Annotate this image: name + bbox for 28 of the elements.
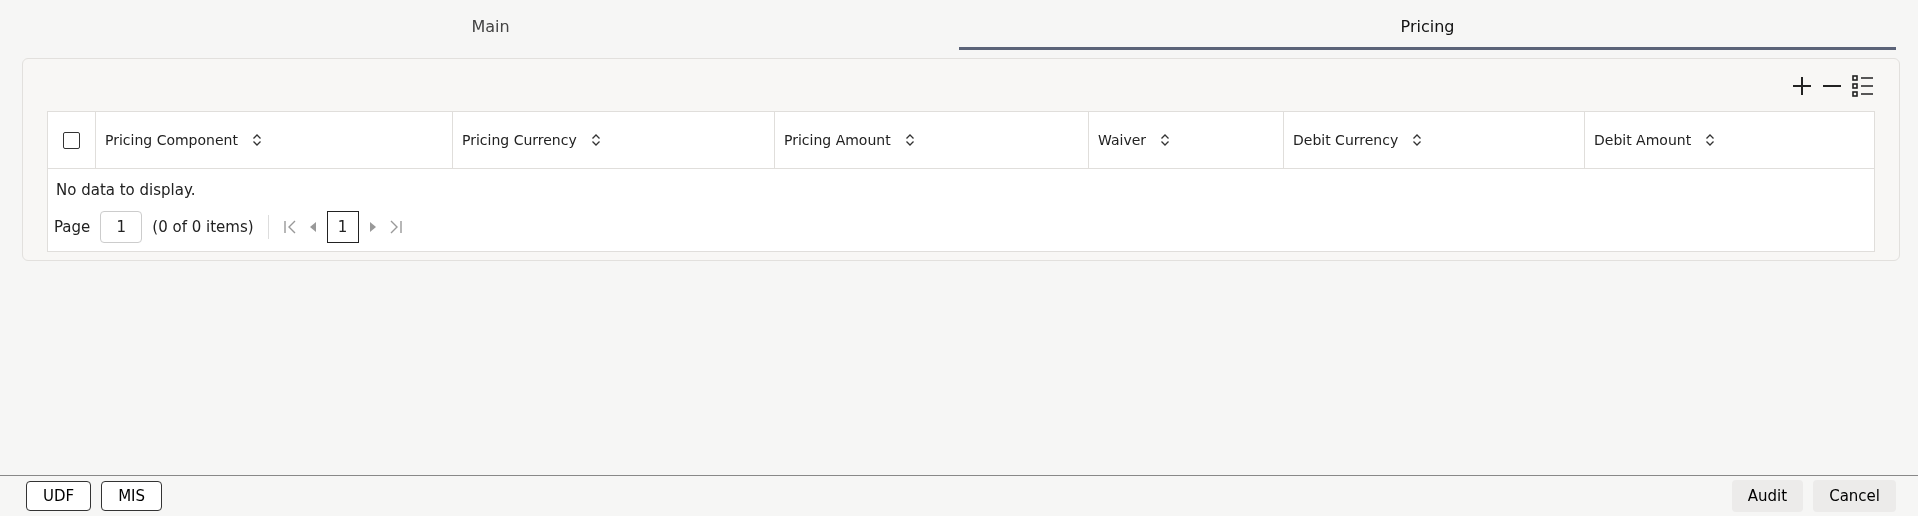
sort-icon[interactable]	[590, 134, 601, 146]
column-header[interactable]: Pricing Currency	[462, 132, 577, 148]
previous-page-icon[interactable]	[308, 221, 317, 233]
page-label: Page	[54, 218, 91, 236]
add-icon[interactable]	[1791, 75, 1813, 97]
column-header[interactable]: Pricing Component	[105, 132, 238, 148]
sort-icon[interactable]	[1412, 134, 1423, 146]
sort-icon[interactable]	[904, 134, 915, 146]
list-icon[interactable]	[1851, 74, 1875, 98]
page-input[interactable]: 1	[100, 211, 143, 243]
sort-icon[interactable]	[251, 134, 262, 146]
sort-icon[interactable]	[1160, 134, 1171, 146]
items-count: (0 of 0 items)	[152, 218, 254, 236]
column-header[interactable]: Debit Currency	[1293, 132, 1399, 148]
column-header[interactable]: Debit Amount	[1594, 132, 1692, 148]
tab[interactable]: Main	[22, 0, 959, 50]
column-header[interactable]: Waiver	[1098, 132, 1147, 148]
tab[interactable]: Pricing	[959, 0, 1896, 50]
column-header[interactable]: Pricing Amount	[784, 132, 891, 148]
footer-button[interactable]: UDF	[26, 481, 92, 511]
select-all-checkbox[interactable]	[63, 131, 80, 149]
footer-button[interactable]: MIS	[101, 481, 163, 511]
next-page-icon[interactable]	[368, 221, 377, 233]
footer-button[interactable]: Audit	[1731, 480, 1804, 512]
current-page-button[interactable]: 1	[326, 211, 359, 243]
footer-button[interactable]: Cancel	[1813, 480, 1896, 512]
empty-message: No data to display.	[55, 180, 197, 201]
sort-icon[interactable]	[1705, 134, 1716, 146]
